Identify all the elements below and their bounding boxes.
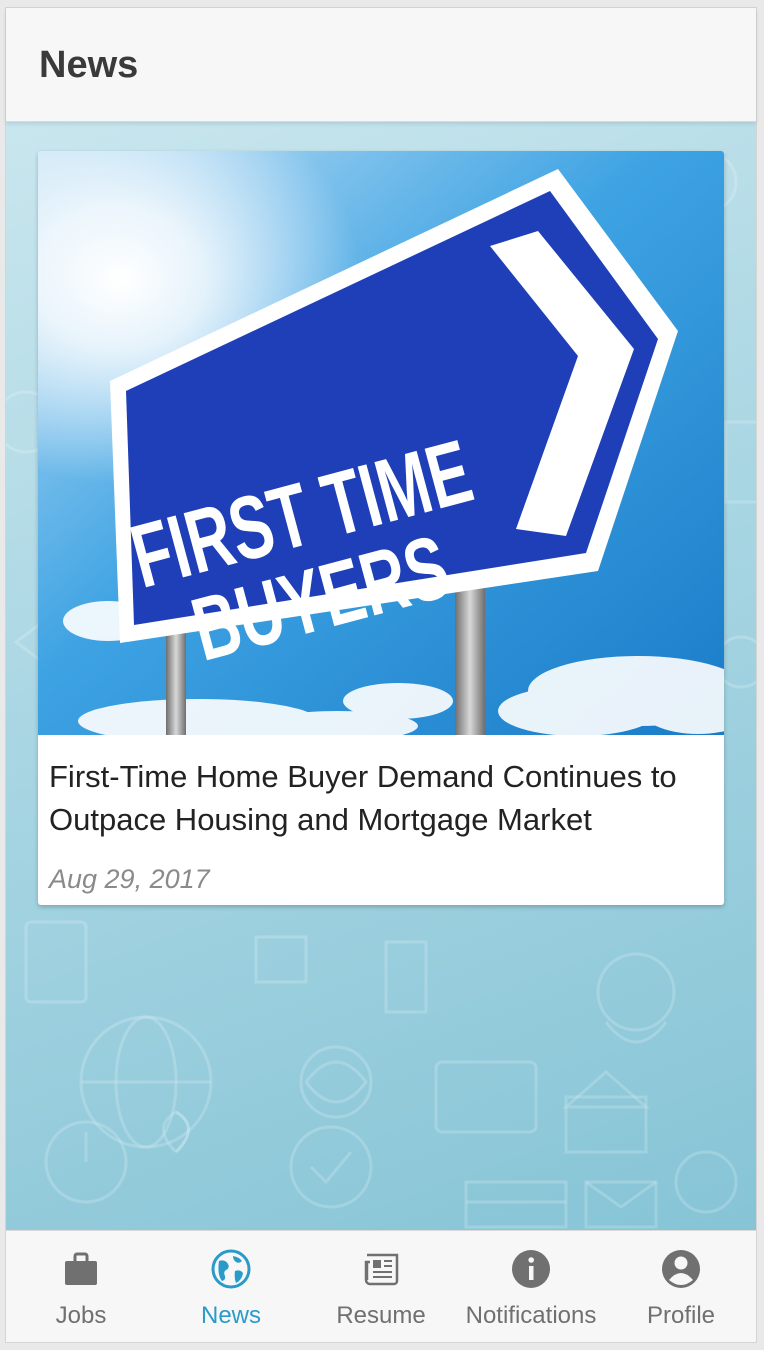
tab-resume[interactable]: Resume xyxy=(306,1231,456,1343)
article-title[interactable]: First-Time Home Buyer Demand Continues t… xyxy=(49,755,719,841)
tab-jobs[interactable]: Jobs xyxy=(6,1231,156,1343)
tab-resume-label: Resume xyxy=(336,1302,426,1329)
article-image: FIRST TIME BUYERS xyxy=(38,151,724,735)
tab-jobs-label: Jobs xyxy=(55,1302,107,1329)
tab-notifications-label: Notifications xyxy=(465,1302,597,1329)
app-header: News xyxy=(6,8,756,122)
globe-icon xyxy=(211,1249,251,1289)
newspaper-icon xyxy=(364,1253,399,1286)
tab-notifications[interactable]: Notifications xyxy=(456,1231,606,1343)
account-circle-icon xyxy=(662,1250,700,1288)
news-card[interactable]: FIRST TIME BUYERS First-Time Home Buyer … xyxy=(38,151,724,905)
article-date: Aug 29, 2017 xyxy=(49,864,210,894)
app-window: News FIRST TIME BUYERS First-Time Home B… xyxy=(5,7,757,1343)
info-icon xyxy=(512,1250,550,1288)
tab-profile-label: Profile xyxy=(646,1302,716,1329)
bottom-tab-bar: Jobs News Resume Notifications Profile xyxy=(6,1230,756,1342)
briefcase-icon xyxy=(65,1252,97,1285)
tab-news[interactable]: News xyxy=(156,1231,306,1343)
page-title: News xyxy=(39,44,139,86)
news-content[interactable]: FIRST TIME BUYERS First-Time Home Buyer … xyxy=(6,122,756,1230)
tab-profile[interactable]: Profile xyxy=(606,1231,756,1343)
tab-news-label: News xyxy=(200,1302,261,1329)
